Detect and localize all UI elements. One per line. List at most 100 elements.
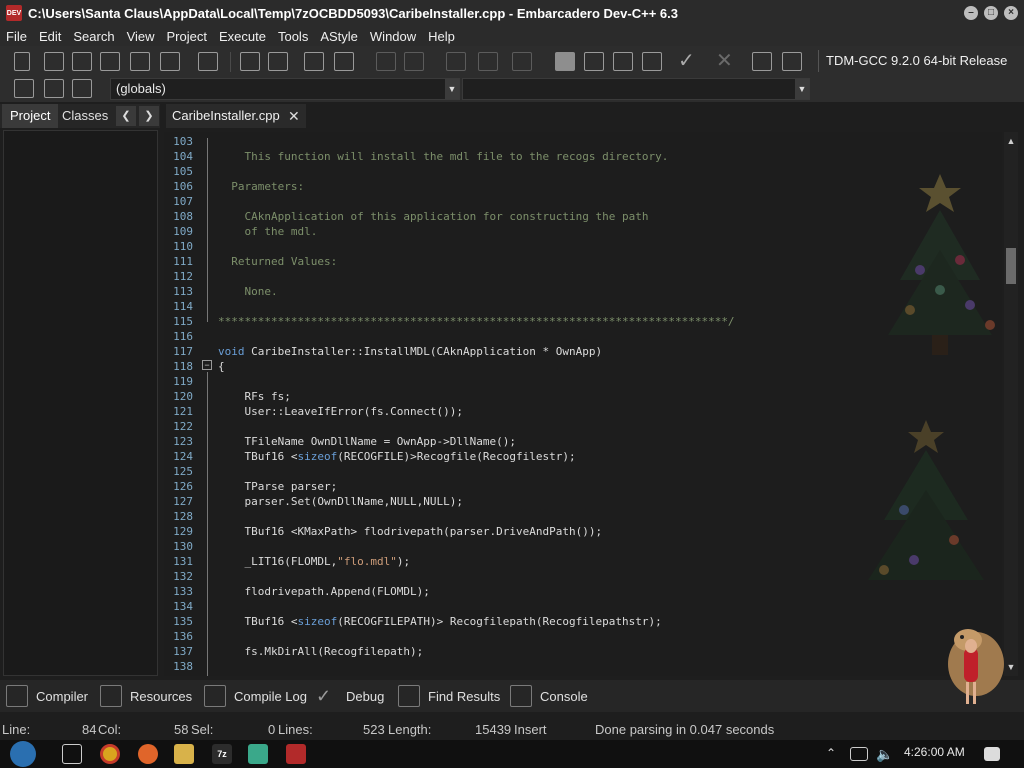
undo-icon[interactable] xyxy=(376,52,396,71)
compile-icon[interactable] xyxy=(555,52,575,71)
code-line[interactable]: void CaribeInstaller::InstallMDL(CAknApp… xyxy=(218,345,602,358)
bookmarks-list-icon[interactable] xyxy=(72,79,92,98)
tray-chevron-up-icon[interactable]: ⌃ xyxy=(826,743,840,763)
code-line[interactable]: TParse parser; xyxy=(218,480,337,493)
goto-icon[interactable] xyxy=(304,52,324,71)
close-button[interactable]: × xyxy=(1004,6,1018,20)
file-explorer-icon[interactable] xyxy=(174,744,194,764)
tab-debug[interactable]: ✓ Debug xyxy=(316,680,384,712)
rebuild-icon[interactable] xyxy=(642,52,662,71)
code-line[interactable]: of the mdl. xyxy=(218,225,317,238)
code-line[interactable]: fs.MkDirAll(Recogfilepath); xyxy=(218,645,423,658)
minimize-button[interactable]: – xyxy=(964,6,978,20)
function-combo[interactable]: ▼ xyxy=(462,78,810,100)
code-line[interactable]: { xyxy=(218,360,225,373)
7zip-icon[interactable]: 7z xyxy=(212,744,232,764)
tab-scroll-left-icon[interactable]: ❮ xyxy=(116,106,136,126)
notepad-icon[interactable] xyxy=(248,744,268,764)
line-number: 113 xyxy=(173,285,193,298)
delete-profile-icon[interactable] xyxy=(782,52,802,71)
print-icon[interactable] xyxy=(198,52,218,71)
close-file-icon[interactable] xyxy=(130,52,150,71)
task-view-icon[interactable] xyxy=(62,744,82,764)
code-line[interactable]: TFileName OwnDllName = OwnApp->DllName()… xyxy=(218,435,516,448)
add-to-project-icon[interactable] xyxy=(478,52,498,71)
scrollbar-thumb[interactable] xyxy=(1006,248,1016,284)
remove-from-project-icon[interactable] xyxy=(512,52,532,71)
code-line[interactable]: Parameters: xyxy=(218,180,304,193)
stop-execution-icon[interactable]: ✕ xyxy=(716,51,736,71)
tab-scroll-right-icon[interactable]: ❯ xyxy=(139,106,159,126)
close-all-icon[interactable] xyxy=(160,52,180,71)
devcpp-taskbar-icon[interactable] xyxy=(286,744,306,764)
code-line[interactable]: ****************************************… xyxy=(218,315,735,328)
tab-compiler[interactable]: Compiler xyxy=(6,680,88,712)
network-icon[interactable] xyxy=(850,747,868,761)
chevron-down-icon[interactable]: ▼ xyxy=(445,79,459,99)
tab-compile-log[interactable]: Compile Log xyxy=(204,680,307,712)
menu-help[interactable]: Help xyxy=(422,29,461,44)
menu-project[interactable]: Project xyxy=(161,29,213,44)
tab-find-results[interactable]: Find Results xyxy=(398,680,500,712)
profile-icon[interactable] xyxy=(752,52,772,71)
tab-project[interactable]: Project xyxy=(2,104,59,128)
menu-file[interactable]: File xyxy=(0,29,33,44)
menu-window[interactable]: Window xyxy=(364,29,422,44)
code-line[interactable]: TBuf16 <sizeof(RECOGFILE)>Recogfile(Reco… xyxy=(218,450,575,463)
save-icon[interactable] xyxy=(72,52,92,71)
class-browser-icon[interactable] xyxy=(14,79,34,98)
menu-tools[interactable]: Tools xyxy=(272,29,314,44)
menu-edit[interactable]: Edit xyxy=(33,29,67,44)
code-line[interactable]: _LIT16(FLOMDL,"flo.mdl"); xyxy=(218,555,410,568)
code-line[interactable]: TBuf16 <sizeof(RECOGFILEPATH)> Recogfile… xyxy=(218,615,661,628)
tab-console[interactable]: Console xyxy=(510,680,588,712)
tab-classes[interactable]: Classes xyxy=(54,104,116,128)
find-icon[interactable] xyxy=(240,52,260,71)
volume-icon[interactable]: 🔈 xyxy=(876,744,896,764)
start-button-icon[interactable] xyxy=(10,741,36,767)
menu-astyle[interactable]: AStyle xyxy=(314,29,364,44)
editor-scrollbar[interactable]: ▲ ▼ xyxy=(1004,132,1018,676)
scroll-down-icon[interactable]: ▼ xyxy=(1004,660,1018,674)
tab-resources[interactable]: Resources xyxy=(100,680,192,712)
compiler-selector[interactable]: TDM-GCC 9.2.0 64-bit Release xyxy=(818,50,1018,72)
notifications-icon[interactable] xyxy=(984,747,1000,761)
firefox-icon[interactable] xyxy=(138,744,158,764)
save-all-icon[interactable] xyxy=(100,52,120,71)
code-editor[interactable]: 103 104 This function will install the md… xyxy=(164,132,1002,676)
new-file-icon[interactable] xyxy=(14,52,30,71)
code-line[interactable]: User::LeaveIfError(fs.Connect()); xyxy=(218,405,463,418)
close-tab-icon[interactable]: ✕ xyxy=(288,104,300,128)
fold-toggle-icon[interactable]: − xyxy=(202,360,212,370)
code-line[interactable]: This function will install the mdl file … xyxy=(218,150,668,163)
restore-button[interactable]: □ xyxy=(984,6,998,20)
line-number: 108 xyxy=(173,210,193,223)
code-line[interactable]: Returned Values: xyxy=(218,255,337,268)
chevron-down-icon[interactable]: ▼ xyxy=(795,79,809,99)
chrome-icon[interactable] xyxy=(100,744,120,764)
compile-run-icon[interactable] xyxy=(613,52,633,71)
code-line[interactable]: RFs fs; xyxy=(218,390,290,403)
new-project-icon[interactable] xyxy=(446,52,466,71)
code-line[interactable]: flodrivepath.Append(FLOMDL); xyxy=(218,585,429,598)
code-line[interactable]: None. xyxy=(218,285,277,298)
code-line[interactable]: CAknApplication of this application for … xyxy=(218,210,648,223)
tab-caribeinstaller-cpp[interactable]: CaribeInstaller.cpp ✕ xyxy=(166,104,306,128)
secondary-toolbar: (globals) ▼ ▼ xyxy=(0,76,1024,102)
code-line[interactable]: parser.Set(OwnDllName,NULL,NULL); xyxy=(218,495,463,508)
open-folder-icon[interactable] xyxy=(44,52,64,71)
taskbar-clock[interactable]: 4:26:00 AM xyxy=(904,745,965,759)
bookmark-icon[interactable] xyxy=(44,79,64,98)
scroll-up-icon[interactable]: ▲ xyxy=(1004,134,1018,148)
toggle-bookmark-icon[interactable] xyxy=(334,52,354,71)
code-line[interactable]: TBuf16 <KMaxPath> flodrivepath(parser.Dr… xyxy=(218,525,602,538)
redo-icon[interactable] xyxy=(404,52,424,71)
run-icon[interactable] xyxy=(584,52,604,71)
project-tree-panel[interactable] xyxy=(3,130,158,676)
scope-combo[interactable]: (globals) ▼ xyxy=(110,78,460,100)
menu-execute[interactable]: Execute xyxy=(213,29,272,44)
replace-icon[interactable] xyxy=(268,52,288,71)
menu-search[interactable]: Search xyxy=(67,29,120,44)
syntax-check-icon[interactable]: ✓ xyxy=(678,51,698,71)
menu-view[interactable]: View xyxy=(121,29,161,44)
